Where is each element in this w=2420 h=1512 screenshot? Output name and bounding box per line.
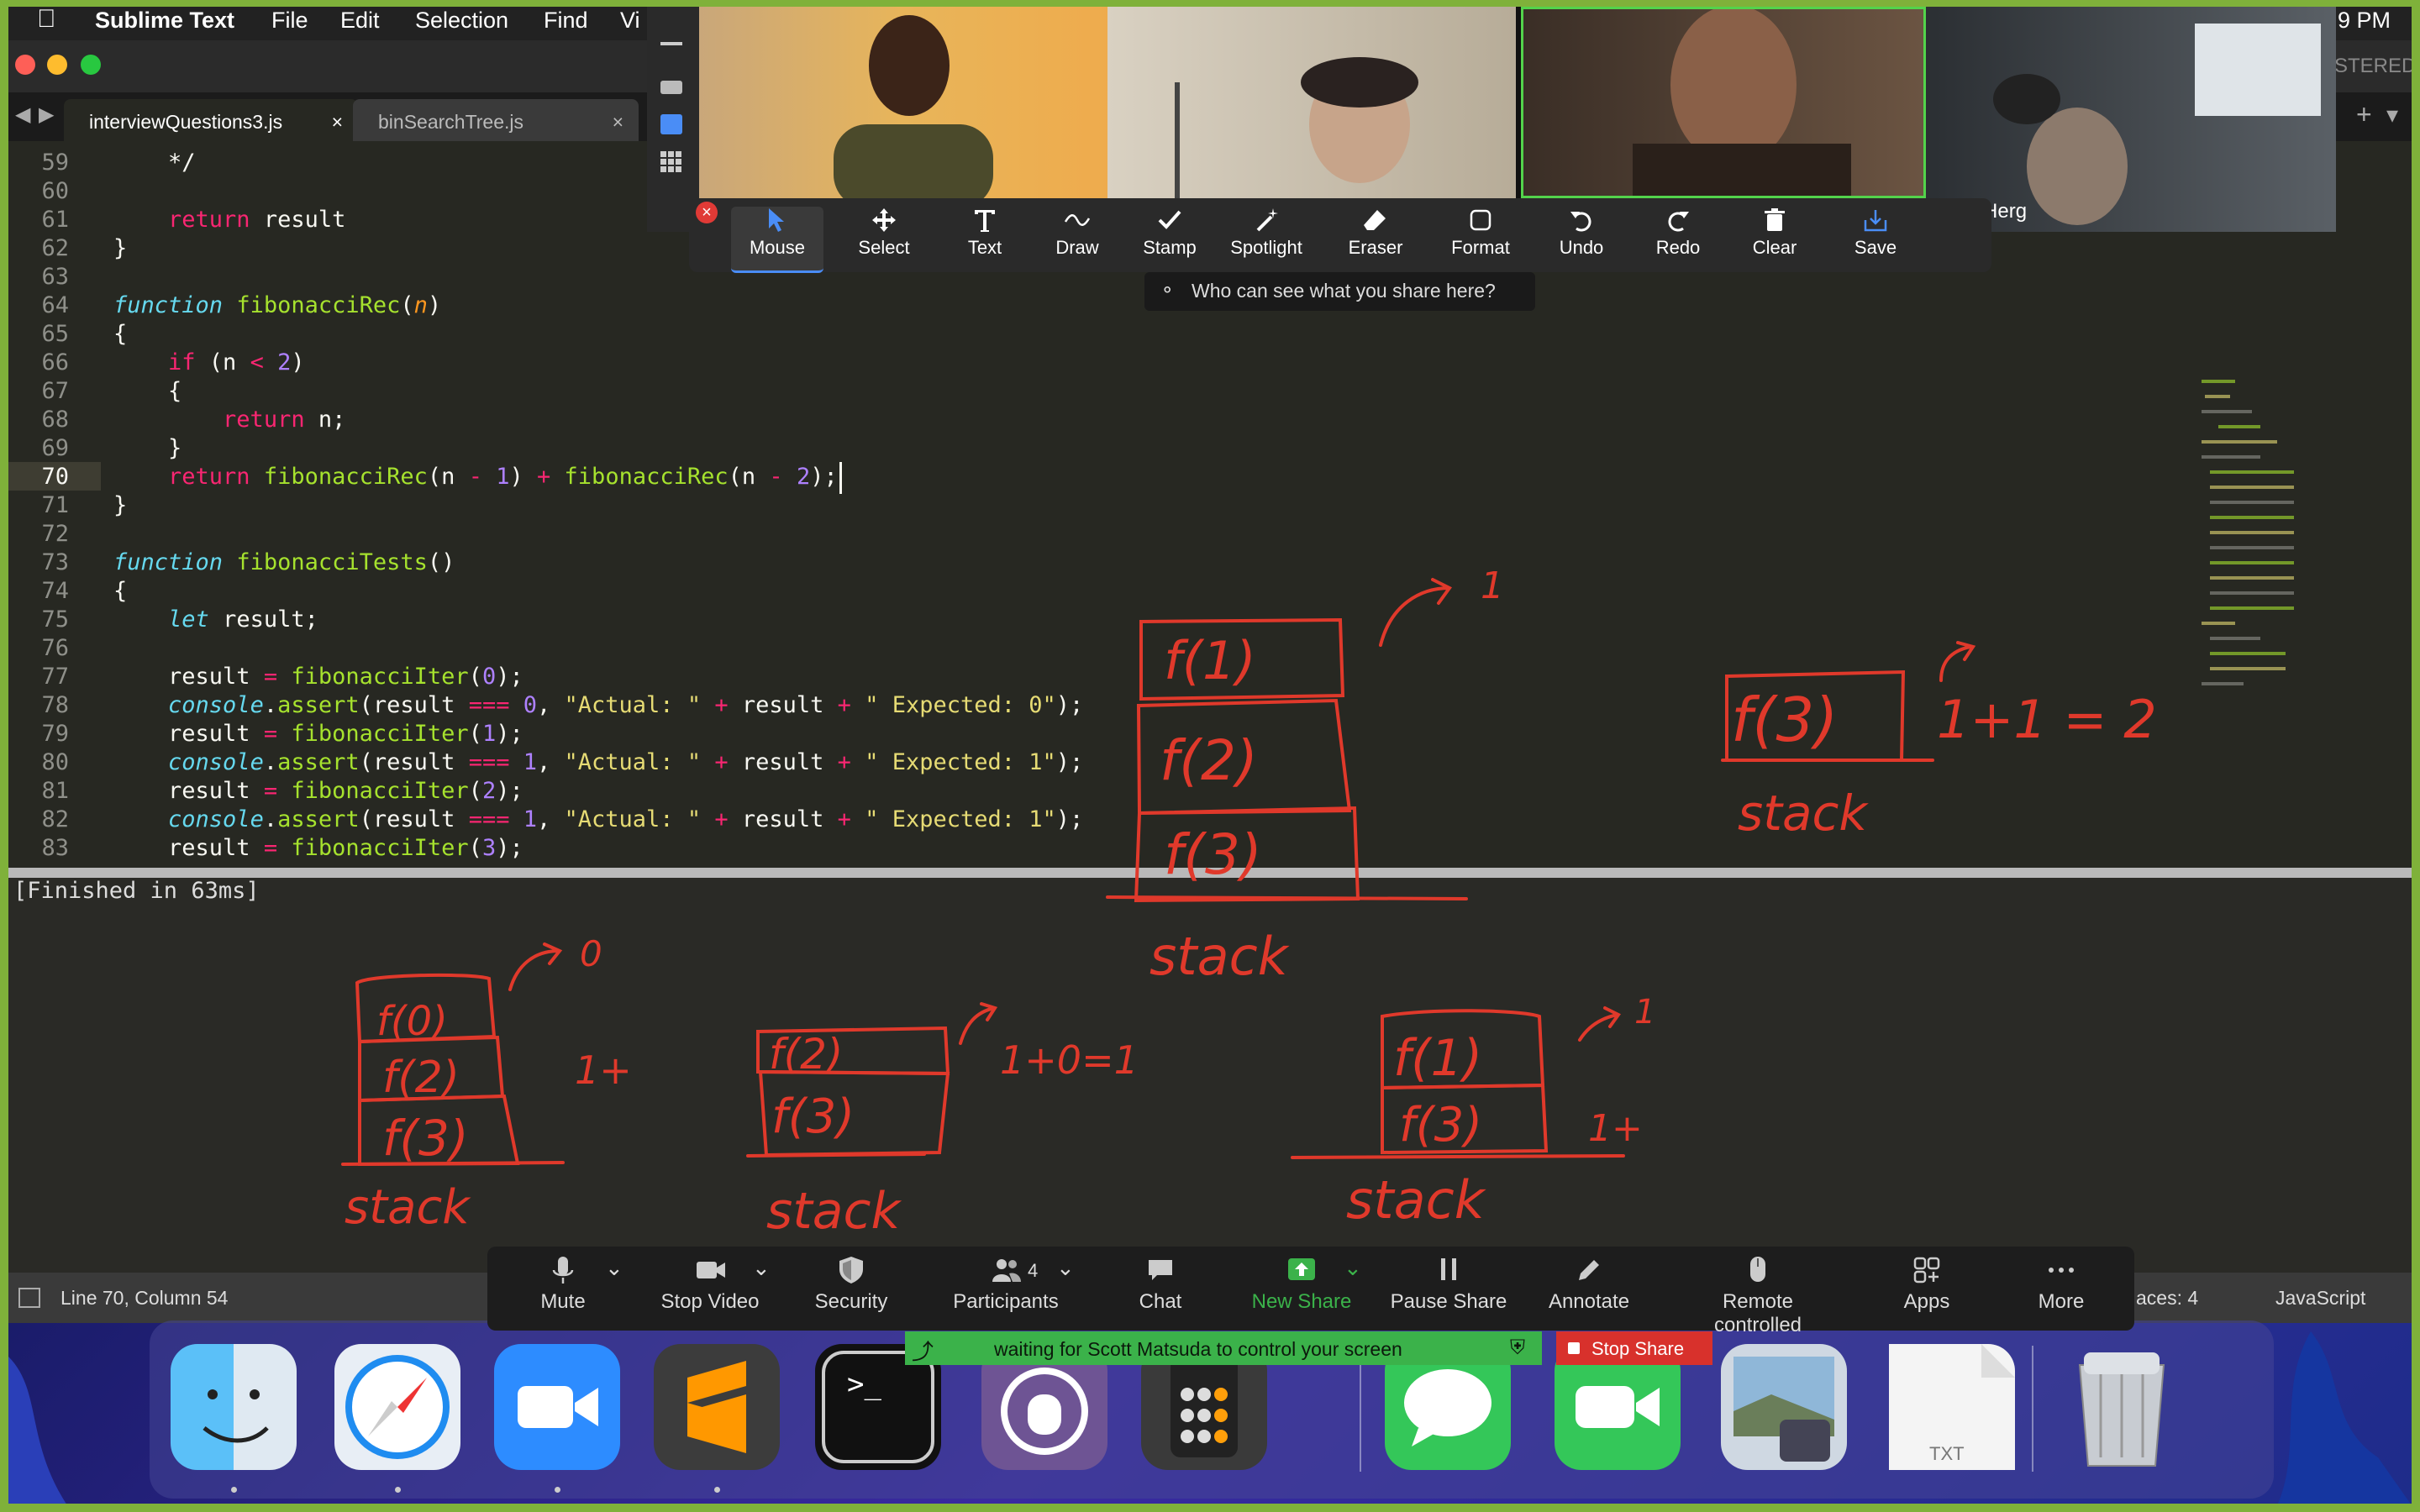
screen-share-border [0, 0, 2420, 1512]
